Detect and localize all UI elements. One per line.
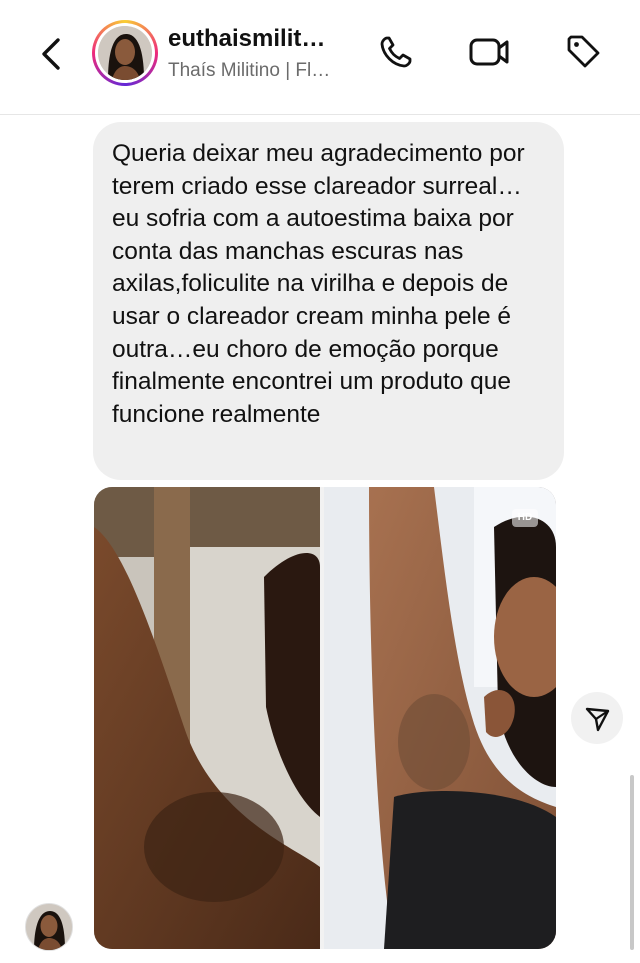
before-after-photo: [94, 487, 556, 949]
scrollbar[interactable]: [630, 775, 634, 950]
voice-call-button[interactable]: [376, 32, 416, 72]
message-bubble[interactable]: Queria deixar meu agradecimento por tere…: [93, 122, 564, 480]
sender-avatar[interactable]: [25, 903, 73, 951]
tag-icon: [567, 35, 600, 68]
video-call-button[interactable]: [468, 32, 509, 72]
hd-badge: HD: [512, 509, 538, 527]
chat-display-name[interactable]: Thaís Militino | Fl…: [168, 60, 330, 82]
chat-header: euthaismilit… Thaís Militino | Fl…: [0, 0, 640, 115]
profile-avatar[interactable]: [92, 20, 158, 86]
chat-username[interactable]: euthaismilit…: [168, 25, 325, 53]
tag-button[interactable]: [563, 32, 603, 72]
avatar-photo: [98, 26, 152, 80]
back-button[interactable]: [32, 34, 72, 74]
phone-icon: [380, 36, 412, 68]
message-photo[interactable]: HD: [94, 487, 556, 949]
share-button[interactable]: [571, 692, 623, 744]
chevron-left-icon: [42, 38, 60, 70]
video-camera-icon: [469, 38, 509, 66]
send-icon: [585, 707, 610, 732]
message-text: Queria deixar meu agradecimento por tere…: [112, 140, 525, 428]
